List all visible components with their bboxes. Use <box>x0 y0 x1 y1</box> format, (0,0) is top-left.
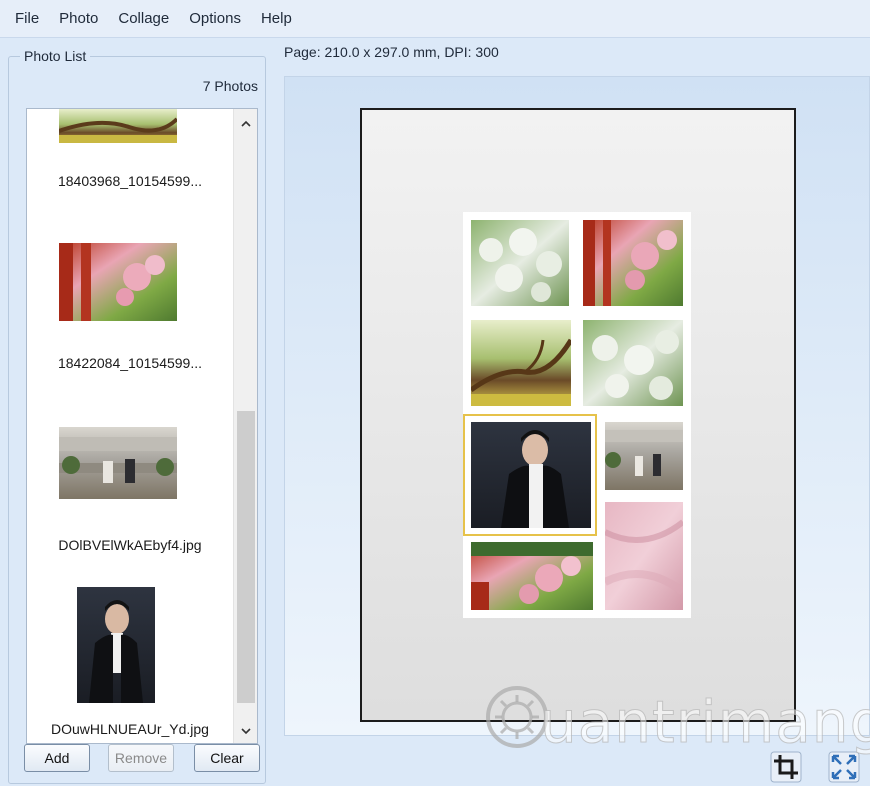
list-item[interactable]: 18422084_10154599... <box>27 209 233 389</box>
photo-thumbnail <box>77 587 155 703</box>
crop-icon <box>770 751 802 783</box>
photo-list-title: Photo List <box>20 48 91 64</box>
add-button[interactable]: Add <box>24 744 90 772</box>
collage-cell[interactable] <box>471 320 571 406</box>
photo-caption: 18422084_10154599... <box>57 355 203 371</box>
photo-caption: 18403968_10154599... <box>57 173 203 189</box>
photo-caption: DOuwHLNUEAUr_Yd.jpg <box>51 721 209 737</box>
list-item[interactable]: DOlBVElWkAEbyf4.jpg <box>27 389 233 569</box>
menu-help[interactable]: Help <box>251 10 302 27</box>
photo-list-panel: Photo List 7 Photos 18403968_10154599... <box>0 38 272 786</box>
page-preview <box>360 108 796 722</box>
photo-caption: DOlBVElWkAEbyf4.jpg <box>58 537 202 553</box>
collage-cell[interactable] <box>583 220 683 306</box>
fit-to-window-icon <box>828 751 860 783</box>
list-scrollbar[interactable] <box>233 109 257 743</box>
collage <box>463 212 691 618</box>
collage-cell[interactable] <box>583 320 683 406</box>
scroll-up-icon[interactable] <box>234 111 257 135</box>
scroll-thumb[interactable] <box>237 411 255 703</box>
list-item[interactable]: DOuwHLNUEAUr_Yd.jpg <box>27 569 233 743</box>
photo-thumbnail <box>59 243 177 321</box>
menu-bar: File Photo Collage Options Help <box>0 0 870 38</box>
collage-cell-selected[interactable] <box>463 414 597 536</box>
scroll-down-icon[interactable] <box>234 719 257 743</box>
crop-button[interactable] <box>768 750 804 784</box>
fit-button[interactable] <box>826 750 862 784</box>
clear-button[interactable]: Clear <box>194 744 260 772</box>
photo-thumbnail <box>59 109 177 143</box>
menu-file[interactable]: File <box>0 10 49 27</box>
collage-cell[interactable] <box>605 502 683 610</box>
collage-cell[interactable] <box>471 542 593 610</box>
collage-cell[interactable] <box>605 422 683 490</box>
collage-cell[interactable] <box>471 220 569 306</box>
menu-options[interactable]: Options <box>179 10 251 27</box>
photo-thumbnail <box>59 427 177 499</box>
page-info: Page: 210.0 x 297.0 mm, DPI: 300 <box>284 44 499 60</box>
menu-photo[interactable]: Photo <box>49 10 108 27</box>
photo-list[interactable]: 18403968_10154599... 18422084_10154599..… <box>26 108 258 744</box>
list-item[interactable]: 18403968_10154599... <box>27 109 233 209</box>
menu-collage[interactable]: Collage <box>108 10 179 27</box>
remove-button[interactable]: Remove <box>108 744 174 772</box>
canvas-area <box>284 76 870 736</box>
photo-count: 7 Photos <box>202 78 258 94</box>
